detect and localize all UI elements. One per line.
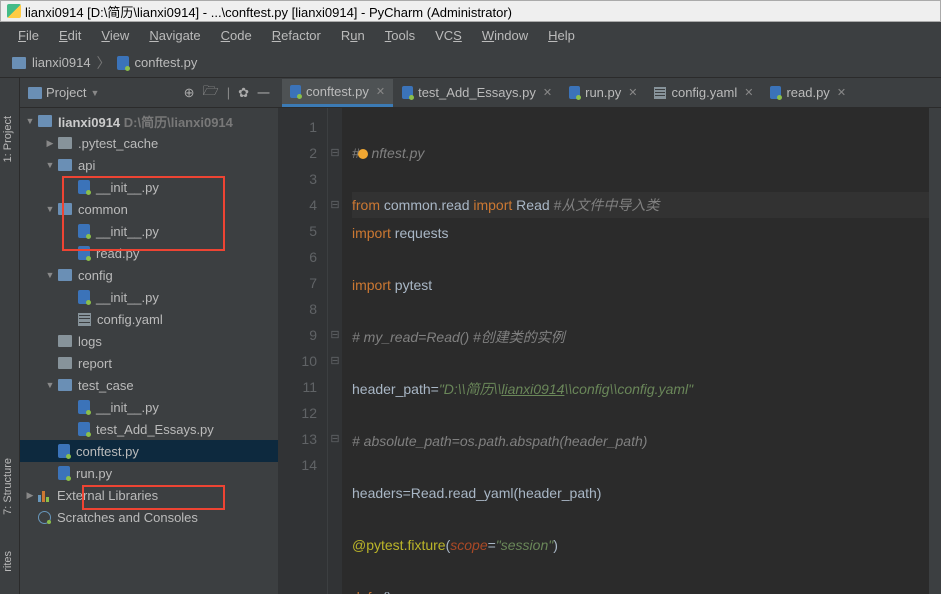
close-icon[interactable]: ✕ bbox=[543, 86, 552, 99]
gear-icon[interactable]: ✿ bbox=[238, 85, 249, 101]
folder-gray-icon bbox=[58, 357, 72, 369]
py-icon bbox=[78, 422, 90, 436]
project-title[interactable]: Project bbox=[46, 85, 86, 100]
editor-tab[interactable]: conftest.py✕ bbox=[282, 79, 393, 107]
yaml-file-icon bbox=[654, 87, 666, 99]
left-tool-tabs: 1: Project 7: Structure rites bbox=[0, 78, 20, 594]
py-icon bbox=[78, 180, 90, 194]
breakpoint-icon[interactable] bbox=[358, 149, 368, 159]
tree-item[interactable]: api bbox=[20, 154, 278, 176]
menu-file[interactable]: File bbox=[8, 25, 49, 46]
python-file-icon bbox=[117, 56, 129, 70]
folder-gray-icon bbox=[58, 137, 72, 149]
close-icon[interactable]: ✕ bbox=[837, 86, 846, 99]
hide-icon[interactable]: 一 bbox=[257, 83, 270, 102]
tree-item[interactable]: run.py bbox=[20, 462, 278, 484]
folder-icon bbox=[58, 379, 72, 391]
chevron-down-icon[interactable]: ▼ bbox=[90, 88, 99, 98]
tree-item[interactable]: __init__.py bbox=[20, 396, 278, 418]
menu-edit[interactable]: Edit bbox=[49, 25, 91, 46]
locate-icon[interactable]: ⊕ bbox=[184, 85, 195, 101]
breadcrumb-folder[interactable]: lianxi0914 bbox=[32, 55, 91, 70]
editor-tab[interactable]: config.yaml✕ bbox=[646, 80, 761, 107]
tree-item[interactable]: __init__.py bbox=[20, 286, 278, 308]
tree-item[interactable]: __init__.py bbox=[20, 176, 278, 198]
folder-icon bbox=[38, 115, 52, 127]
tree-item[interactable]: read.py bbox=[20, 242, 278, 264]
py-icon bbox=[78, 224, 90, 238]
close-icon[interactable]: ✕ bbox=[628, 86, 637, 99]
tree-scratches[interactable]: Scratches and Consoles bbox=[20, 506, 278, 528]
tree-item[interactable]: report bbox=[20, 352, 278, 374]
app-icon bbox=[7, 4, 21, 18]
py-file-icon bbox=[569, 86, 580, 99]
editor-tab[interactable]: run.py✕ bbox=[561, 80, 645, 107]
editor-tab[interactable]: test_Add_Essays.py✕ bbox=[394, 80, 560, 107]
py-icon bbox=[58, 466, 70, 480]
tree-root[interactable]: lianxi0914 D:\简历\lianxi0914 bbox=[20, 110, 278, 132]
editor-tab[interactable]: read.py✕ bbox=[762, 80, 854, 107]
breadcrumb-file[interactable]: conftest.py bbox=[135, 55, 198, 70]
py-icon bbox=[58, 444, 70, 458]
menu-run[interactable]: Run bbox=[331, 25, 375, 46]
menubar: File Edit View Navigate Code Refactor Ru… bbox=[0, 22, 941, 48]
tool-tab-favorites[interactable]: rites bbox=[0, 543, 19, 580]
folder-icon bbox=[12, 57, 26, 69]
py-file-icon bbox=[402, 86, 413, 99]
project-tree: lianxi0914 D:\简历\lianxi0914 .pytest_cach… bbox=[20, 108, 278, 594]
line-gutter[interactable]: 1234567891011121314 bbox=[278, 108, 328, 594]
yaml-icon bbox=[78, 313, 91, 326]
expand-icon[interactable]: 🗁 bbox=[203, 82, 219, 104]
tree-item[interactable]: config bbox=[20, 264, 278, 286]
menu-navigate[interactable]: Navigate bbox=[139, 25, 210, 46]
menu-tools[interactable]: Tools bbox=[375, 25, 425, 46]
titlebar-text: lianxi0914 [D:\简历\lianxi0914] - ...\conf… bbox=[25, 2, 512, 21]
menu-help[interactable]: Help bbox=[538, 25, 585, 46]
tree-item[interactable]: logs bbox=[20, 330, 278, 352]
py-icon bbox=[78, 290, 90, 304]
folder-icon bbox=[58, 159, 72, 171]
scratches-icon bbox=[38, 511, 51, 524]
fold-gutter[interactable]: ⊟⊟⊟⊟⊟ bbox=[328, 108, 342, 594]
tree-item[interactable]: test_Add_Essays.py bbox=[20, 418, 278, 440]
editor-tabs: conftest.py✕test_Add_Essays.py✕run.py✕co… bbox=[278, 78, 941, 108]
libraries-icon bbox=[38, 489, 51, 502]
py-file-icon bbox=[290, 85, 301, 98]
tree-item[interactable]: conftest.py bbox=[20, 440, 278, 462]
menu-window[interactable]: Window bbox=[472, 25, 538, 46]
tree-item[interactable]: .pytest_cache bbox=[20, 132, 278, 154]
folder-gray-icon bbox=[58, 335, 72, 347]
tree-item[interactable]: config.yaml bbox=[20, 308, 278, 330]
project-panel: Project ▼ ⊕ 🗁 | ✿ 一 lianxi0914 D:\简历\lia… bbox=[20, 78, 278, 594]
code-area[interactable]: # nftest.py from common.read import Read… bbox=[342, 108, 929, 594]
menu-refactor[interactable]: Refactor bbox=[262, 25, 331, 46]
chevron-right-icon: 〉 bbox=[97, 53, 111, 73]
py-icon bbox=[78, 246, 90, 260]
tree-item[interactable]: test_case bbox=[20, 374, 278, 396]
editor-panel: conftest.py✕test_Add_Essays.py✕run.py✕co… bbox=[278, 78, 941, 594]
menu-vcs[interactable]: VCS bbox=[425, 25, 472, 46]
menu-code[interactable]: Code bbox=[211, 25, 262, 46]
breadcrumb: lianxi0914 〉 conftest.py bbox=[0, 48, 941, 78]
tree-item[interactable]: common bbox=[20, 198, 278, 220]
divider: | bbox=[227, 85, 230, 100]
folder-icon bbox=[58, 203, 72, 215]
tree-item[interactable]: __init__.py bbox=[20, 220, 278, 242]
folder-icon bbox=[28, 87, 42, 99]
close-icon[interactable]: ✕ bbox=[376, 85, 385, 98]
menu-view[interactable]: View bbox=[91, 25, 139, 46]
folder-icon bbox=[58, 269, 72, 281]
py-file-icon bbox=[770, 86, 781, 99]
py-icon bbox=[78, 400, 90, 414]
tree-external-libs[interactable]: External Libraries bbox=[20, 484, 278, 506]
tool-tab-structure[interactable]: 7: Structure bbox=[0, 450, 19, 523]
close-icon[interactable]: ✕ bbox=[744, 86, 753, 99]
tool-tab-project[interactable]: 1: Project bbox=[0, 108, 19, 170]
vertical-scrollbar[interactable] bbox=[929, 108, 941, 594]
project-header: Project ▼ ⊕ 🗁 | ✿ 一 bbox=[20, 78, 278, 108]
titlebar: lianxi0914 [D:\简历\lianxi0914] - ...\conf… bbox=[0, 0, 941, 22]
